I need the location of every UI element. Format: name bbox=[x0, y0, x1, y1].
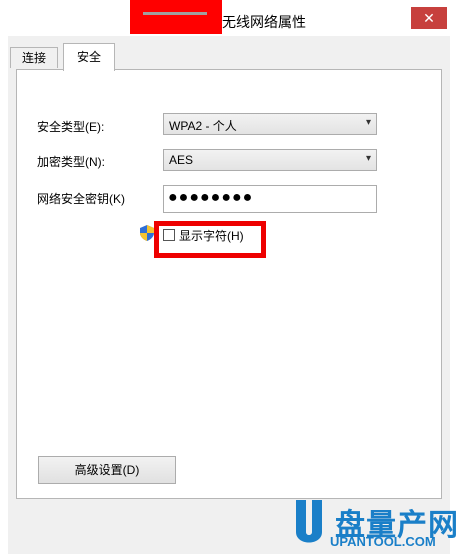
security-type-value: WPA2 - 个人 bbox=[169, 119, 237, 133]
close-icon: ✕ bbox=[423, 10, 435, 26]
close-button[interactable]: ✕ bbox=[411, 7, 447, 29]
redaction-line bbox=[143, 12, 207, 15]
chevron-down-icon: ▾ bbox=[365, 117, 371, 128]
watermark-url: UPANTOOL.COM bbox=[330, 534, 436, 549]
wireless-properties-window: 无线网络属性 ✕ 连接 安全 安全类型(E): WPA2 - 个人 ▾ 加密类型… bbox=[0, 0, 466, 554]
uac-shield-icon bbox=[140, 225, 154, 241]
encryption-type-select[interactable]: AES ▾ bbox=[163, 149, 377, 171]
window-title: 无线网络属性 bbox=[222, 14, 306, 30]
security-type-select[interactable]: WPA2 - 个人 ▾ bbox=[163, 113, 377, 135]
chevron-down-icon: ▾ bbox=[365, 153, 371, 164]
title-bar[interactable]: 无线网络属性 ✕ bbox=[0, 0, 466, 40]
show-characters-checkbox[interactable] bbox=[163, 229, 175, 241]
network-key-input[interactable]: ●●●●●●●● bbox=[163, 185, 377, 213]
show-characters-label[interactable]: 显示字符(H) bbox=[179, 227, 244, 244]
watermark-u-logo bbox=[296, 500, 322, 543]
encryption-type-value: AES bbox=[169, 153, 194, 167]
advanced-settings-button[interactable]: 高级设置(D) bbox=[38, 456, 176, 484]
tab-connection[interactable]: 连接 bbox=[10, 47, 58, 68]
redaction-block bbox=[130, 0, 222, 34]
network-key-value: ●●●●●●●● bbox=[168, 189, 254, 206]
security-type-label: 安全类型(E): bbox=[37, 120, 105, 134]
encryption-type-label: 加密类型(N): bbox=[37, 155, 105, 169]
tab-security[interactable]: 安全 bbox=[63, 43, 115, 71]
network-key-label: 网络安全密钥(K) bbox=[37, 192, 125, 206]
